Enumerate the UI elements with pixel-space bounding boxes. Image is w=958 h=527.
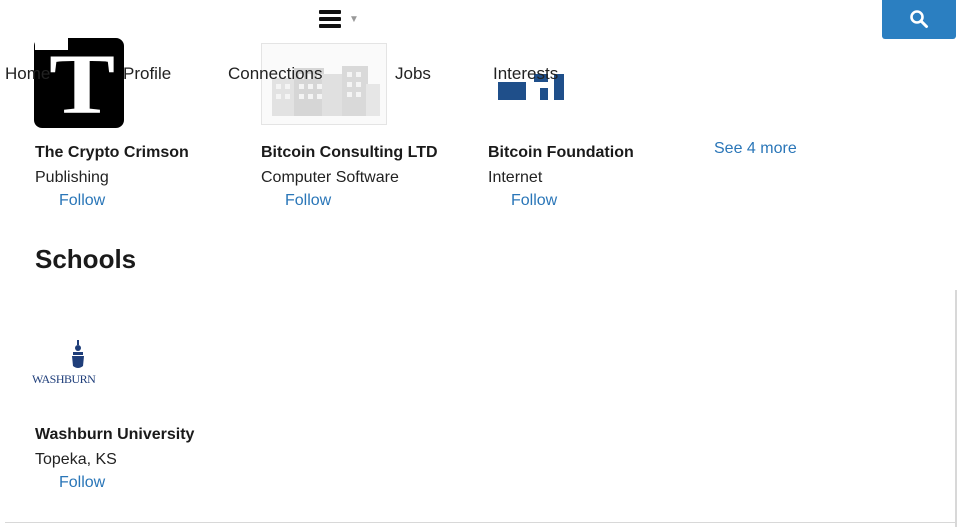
company-name[interactable]: The Crypto Crimson (35, 144, 189, 162)
school-location: Topeka, KS (35, 451, 117, 468)
follow-button[interactable]: Follow (285, 192, 331, 210)
washburn-wordmark: WASHBURN (32, 372, 96, 386)
section-divider (955, 290, 957, 527)
search-button[interactable] (882, 0, 956, 39)
company-name[interactable]: Bitcoin Consulting LTD (261, 144, 438, 162)
chevron-down-icon: ▼ (349, 14, 359, 25)
follow-button[interactable]: Follow (59, 474, 105, 492)
follow-button[interactable]: Follow (59, 192, 105, 210)
search-icon (910, 10, 928, 28)
company-name[interactable]: Bitcoin Foundation (488, 144, 634, 162)
school-name[interactable]: Washburn University (35, 426, 194, 444)
bitcoin-consulting-logo[interactable] (261, 43, 387, 125)
nav-profile[interactable]: Profile (123, 64, 171, 84)
company-industry: Computer Software (261, 169, 399, 186)
company-industry: Internet (488, 169, 543, 186)
washburn-logo[interactable]: WASHBURN (32, 336, 128, 400)
menu-button[interactable]: ▼ (319, 8, 365, 32)
follow-button[interactable]: Follow (511, 192, 557, 210)
nav-home[interactable]: Home (5, 64, 50, 84)
nav-connections[interactable]: Connections (228, 64, 323, 84)
nav-jobs[interactable]: Jobs (395, 64, 431, 84)
logo-notch (35, 38, 68, 50)
see-more-link[interactable]: See 4 more (714, 140, 797, 158)
card-border (5, 522, 955, 523)
crest-icon (72, 340, 84, 368)
nav-interests[interactable]: Interests (493, 64, 558, 84)
building-icon (272, 66, 380, 116)
company-industry: Publishing (35, 169, 109, 186)
section-title: Schools (35, 244, 137, 274)
hamburger-icon (319, 10, 341, 28)
